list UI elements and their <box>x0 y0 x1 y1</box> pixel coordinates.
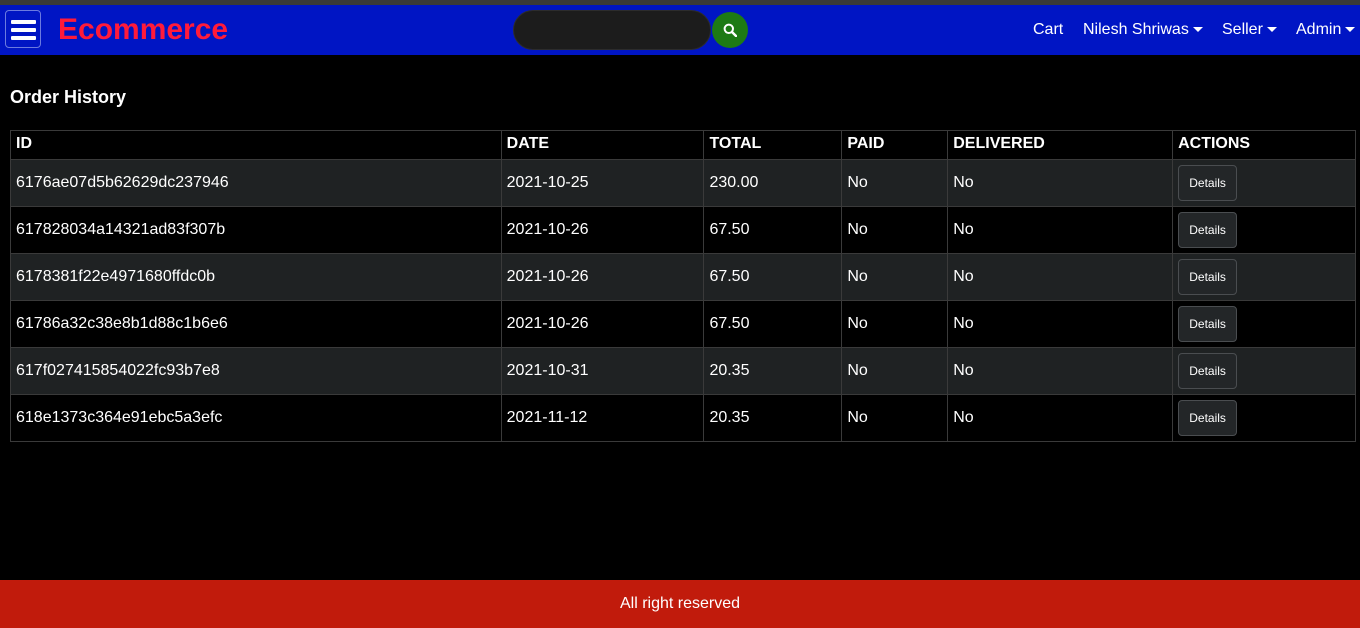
search-input[interactable] <box>513 10 711 50</box>
menu-button[interactable] <box>5 10 41 48</box>
table-row: 6176ae07d5b62629dc237946 2021-10-25 230.… <box>10 159 1356 207</box>
column-header-actions: ACTIONS <box>1172 130 1356 160</box>
column-header-date: DATE <box>500 130 705 160</box>
order-id-cell: 618e1373c364e91ebc5a3efc <box>10 394 502 442</box>
order-date-cell: 2021-11-12 <box>500 394 705 442</box>
order-paid-cell: No <box>841 347 949 395</box>
order-paid-cell: No <box>841 394 949 442</box>
table-row: 617f027415854022fc93b7e8 2021-10-31 20.3… <box>10 347 1356 395</box>
details-button[interactable]: Details <box>1178 212 1238 248</box>
details-button[interactable]: Details <box>1178 165 1238 201</box>
order-actions-cell: Details <box>1172 159 1356 207</box>
order-id-cell: 61786a32c38e8b1d88c1b6e6 <box>10 300 502 348</box>
footer-text: All right reserved <box>619 595 741 612</box>
order-delivered-cell: No <box>947 300 1174 348</box>
order-actions-cell: Details <box>1172 253 1356 301</box>
table-row: 617828034a14321ad83f307b 2021-10-26 67.5… <box>10 206 1356 254</box>
table-header-row: ID DATE TOTAL PAID DELIVERED ACTIONS <box>10 130 1356 160</box>
order-id-cell: 617f027415854022fc93b7e8 <box>10 347 502 395</box>
order-delivered-cell: No <box>947 347 1174 395</box>
order-total-cell: 67.50 <box>703 253 843 301</box>
page-title: Order History <box>10 87 127 107</box>
order-delivered-cell: No <box>947 253 1174 301</box>
seller-menu[interactable]: Seller <box>1222 20 1277 39</box>
order-date-cell: 2021-10-31 <box>500 347 705 395</box>
caret-down-icon <box>1345 27 1356 33</box>
order-paid-cell: No <box>841 300 949 348</box>
order-history-table: ID DATE TOTAL PAID DELIVERED ACTIONS 617… <box>10 130 1356 442</box>
order-id-cell: 6176ae07d5b62629dc237946 <box>10 159 502 207</box>
order-id-cell: 6178381f22e4971680ffdc0b <box>10 253 502 301</box>
order-total-cell: 20.35 <box>703 394 843 442</box>
order-delivered-cell: No <box>947 159 1174 207</box>
table-row: 6178381f22e4971680ffdc0b 2021-10-26 67.5… <box>10 253 1356 301</box>
order-paid-cell: No <box>841 206 949 254</box>
order-total-cell: 230.00 <box>703 159 843 207</box>
admin-menu[interactable]: Admin <box>1296 20 1356 39</box>
user-menu[interactable]: Nilesh Shriwas <box>1083 20 1203 39</box>
details-button[interactable]: Details <box>1178 259 1238 295</box>
order-actions-cell: Details <box>1172 300 1356 348</box>
footer: All right reserved <box>0 580 1360 628</box>
order-date-cell: 2021-10-25 <box>500 159 705 207</box>
user-menu-label: Nilesh Shriwas <box>1083 21 1189 38</box>
order-total-cell: 67.50 <box>703 300 843 348</box>
order-total-cell: 20.35 <box>703 347 843 395</box>
order-actions-cell: Details <box>1172 347 1356 395</box>
cart-link[interactable]: Cart <box>1033 20 1063 39</box>
order-date-cell: 2021-10-26 <box>500 206 705 254</box>
order-paid-cell: No <box>841 159 949 207</box>
order-total-cell: 67.50 <box>703 206 843 254</box>
table-row: 618e1373c364e91ebc5a3efc 2021-11-12 20.3… <box>10 394 1356 442</box>
search-icon <box>723 23 737 37</box>
order-delivered-cell: No <box>947 206 1174 254</box>
order-delivered-cell: No <box>947 394 1174 442</box>
order-date-cell: 2021-10-26 <box>500 300 705 348</box>
order-actions-cell: Details <box>1172 206 1356 254</box>
caret-down-icon <box>1266 27 1277 33</box>
column-header-total: TOTAL <box>703 130 843 160</box>
top-navbar: Ecommerce Cart Nilesh Shriwas Seller Adm… <box>0 5 1360 55</box>
order-actions-cell: Details <box>1172 394 1356 442</box>
column-header-delivered: DELIVERED <box>947 130 1174 160</box>
order-date-cell: 2021-10-26 <box>500 253 705 301</box>
seller-menu-label: Seller <box>1222 21 1263 38</box>
search-button[interactable] <box>712 12 748 48</box>
table-row: 61786a32c38e8b1d88c1b6e6 2021-10-26 67.5… <box>10 300 1356 348</box>
column-header-id: ID <box>10 130 502 160</box>
details-button[interactable]: Details <box>1178 306 1238 342</box>
admin-menu-label: Admin <box>1296 21 1342 38</box>
brand-logo-link[interactable]: Ecommerce <box>58 13 228 47</box>
column-header-paid: PAID <box>841 130 949 160</box>
order-id-cell: 617828034a14321ad83f307b <box>10 206 502 254</box>
caret-down-icon <box>1192 27 1203 33</box>
details-button[interactable]: Details <box>1178 400 1238 436</box>
details-button[interactable]: Details <box>1178 353 1238 389</box>
order-paid-cell: No <box>841 253 949 301</box>
